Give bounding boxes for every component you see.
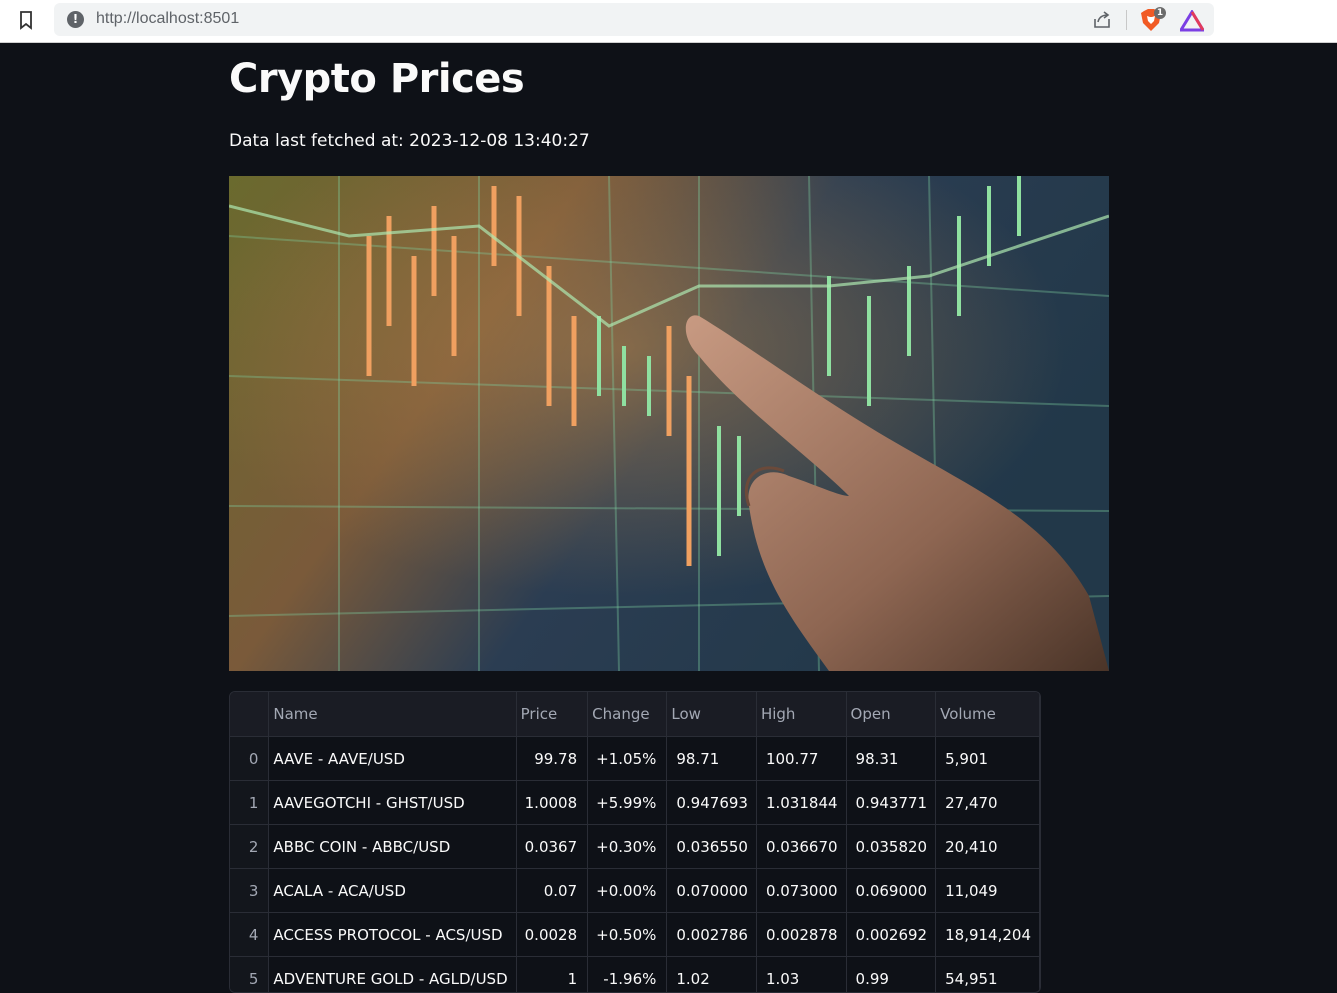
cell-low[interactable]: 98.71 <box>667 737 757 781</box>
cell-change[interactable]: +0.50% <box>588 913 667 957</box>
cell-price[interactable]: 1.0008 <box>516 781 588 825</box>
toolbar-divider <box>1126 10 1127 30</box>
cell-high[interactable]: 0.073000 <box>756 869 846 913</box>
column-header-price[interactable]: Price <box>516 692 588 737</box>
cell-open[interactable]: 0.069000 <box>846 869 936 913</box>
cell-open[interactable]: 0.99 <box>846 957 936 993</box>
cell-change[interactable]: +0.00% <box>588 869 667 913</box>
column-header-high[interactable]: High <box>756 692 846 737</box>
table-row[interactable]: 3ACALA - ACA/USD0.07+0.00%0.0700000.0730… <box>230 869 1040 913</box>
cell-price[interactable]: 0.07 <box>516 869 588 913</box>
brave-rewards-icon[interactable] <box>1180 10 1204 32</box>
cell-volume[interactable]: 27,470 <box>936 781 1040 825</box>
column-header-index[interactable] <box>230 692 269 737</box>
cell-low[interactable]: 0.036550 <box>667 825 757 869</box>
table-row[interactable]: 5ADVENTURE GOLD - AGLD/USD1-1.96%1.021.0… <box>230 957 1040 993</box>
cell-volume[interactable]: 11,049 <box>936 869 1040 913</box>
column-header-change[interactable]: Change <box>588 692 667 737</box>
address-bar[interactable]: ! http://localhost:8501 1 <box>54 3 1214 36</box>
last-fetched-text: Data last fetched at: 2023-12-08 13:40:2… <box>229 131 1109 151</box>
cell-name[interactable]: AAVEGOTCHI - GHST/USD <box>269 781 516 825</box>
column-header-name[interactable]: Name <box>269 692 516 737</box>
site-info-icon[interactable]: ! <box>67 11 84 28</box>
cell-low[interactable]: 0.070000 <box>667 869 757 913</box>
cell-high[interactable]: 1.031844 <box>756 781 846 825</box>
cell-name[interactable]: ACALA - ACA/USD <box>269 869 516 913</box>
url-text[interactable]: http://localhost:8501 <box>96 10 239 28</box>
cell-price[interactable]: 0.0367 <box>516 825 588 869</box>
cell-change[interactable]: +0.30% <box>588 825 667 869</box>
cell-price[interactable]: 1 <box>516 957 588 993</box>
cell-open[interactable]: 0.943771 <box>846 781 936 825</box>
browser-toolbar: ! http://localhost:8501 1 <box>0 0 1337 43</box>
cell-low[interactable]: 0.947693 <box>667 781 757 825</box>
main-content: Crypto Prices Data last fetched at: 2023… <box>229 42 1109 151</box>
cell-change[interactable]: +5.99% <box>588 781 667 825</box>
bookmark-icon[interactable] <box>18 10 34 30</box>
brave-shields-badge: 1 <box>1154 7 1166 19</box>
column-header-volume[interactable]: Volume <box>936 692 1040 737</box>
table-header-row: Name Price Change Low High Open Volume <box>230 692 1040 737</box>
row-index[interactable]: 0 <box>230 737 269 781</box>
cell-name[interactable]: ADVENTURE GOLD - AGLD/USD <box>269 957 516 993</box>
column-header-low[interactable]: Low <box>667 692 757 737</box>
cell-open[interactable]: 98.31 <box>846 737 936 781</box>
crypto-table: Name Price Change Low High Open Volume 0… <box>230 692 1040 993</box>
trading-chart-hero-image <box>229 176 1109 671</box>
row-index[interactable]: 5 <box>230 957 269 993</box>
page-title: Crypto Prices <box>229 56 1109 102</box>
row-index[interactable]: 4 <box>230 913 269 957</box>
cell-name[interactable]: ABBC COIN - ABBC/USD <box>269 825 516 869</box>
cell-name[interactable]: ACCESS PROTOCOL - ACS/USD <box>269 913 516 957</box>
cell-volume[interactable]: 5,901 <box>936 737 1040 781</box>
column-header-open[interactable]: Open <box>846 692 936 737</box>
row-index[interactable]: 2 <box>230 825 269 869</box>
row-index[interactable]: 3 <box>230 869 269 913</box>
table-row[interactable]: 0AAVE - AAVE/USD99.78+1.05%98.71100.7798… <box>230 737 1040 781</box>
share-icon[interactable] <box>1092 10 1112 30</box>
table-row[interactable]: 1AAVEGOTCHI - GHST/USD1.0008+5.99%0.9476… <box>230 781 1040 825</box>
cell-volume[interactable]: 20,410 <box>936 825 1040 869</box>
cell-high[interactable]: 100.77 <box>756 737 846 781</box>
cell-high[interactable]: 1.03 <box>756 957 846 993</box>
cell-open[interactable]: 0.002692 <box>846 913 936 957</box>
cell-change[interactable]: -1.96% <box>588 957 667 993</box>
crypto-dataframe[interactable]: Name Price Change Low High Open Volume 0… <box>229 691 1041 993</box>
cell-high[interactable]: 0.002878 <box>756 913 846 957</box>
cell-price[interactable]: 0.0028 <box>516 913 588 957</box>
row-index[interactable]: 1 <box>230 781 269 825</box>
cell-open[interactable]: 0.035820 <box>846 825 936 869</box>
cell-change[interactable]: +1.05% <box>588 737 667 781</box>
cell-volume[interactable]: 54,951 <box>936 957 1040 993</box>
cell-volume[interactable]: 18,914,204 <box>936 913 1040 957</box>
table-row[interactable]: 4ACCESS PROTOCOL - ACS/USD0.0028+0.50%0.… <box>230 913 1040 957</box>
cell-price[interactable]: 99.78 <box>516 737 588 781</box>
cell-low[interactable]: 0.002786 <box>667 913 757 957</box>
cell-name[interactable]: AAVE - AAVE/USD <box>269 737 516 781</box>
cell-low[interactable]: 1.02 <box>667 957 757 993</box>
cell-high[interactable]: 0.036670 <box>756 825 846 869</box>
table-row[interactable]: 2ABBC COIN - ABBC/USD0.0367+0.30%0.03655… <box>230 825 1040 869</box>
